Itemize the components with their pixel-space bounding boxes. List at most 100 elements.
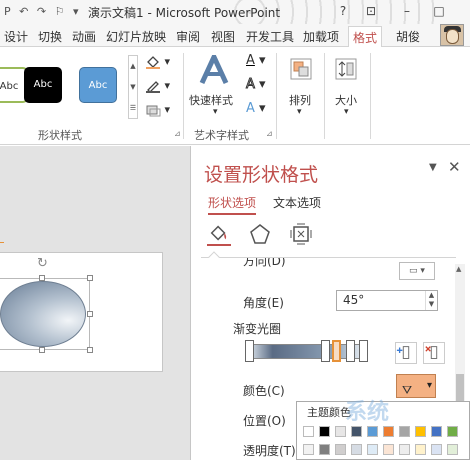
- wordart-a-icon: [199, 51, 229, 85]
- shape-styles-gallery-scroll[interactable]: ▲ ▼ ☰: [128, 55, 138, 119]
- angle-spin-arrows-icon[interactable]: ▲ ▼: [425, 291, 437, 310]
- close-icon[interactable]: ✕: [448, 158, 461, 176]
- scroll-up-icon[interactable]: ▲: [456, 265, 461, 273]
- gradient-stop-selected[interactable]: [332, 340, 341, 362]
- color-swatch[interactable]: [351, 444, 362, 455]
- start-slideshow-icon[interactable]: ⚐: [55, 5, 65, 18]
- color-swatch[interactable]: [383, 426, 394, 437]
- angle-spinner[interactable]: 45° ▲ ▼: [336, 290, 438, 311]
- fill-line-icon[interactable]: [207, 222, 231, 246]
- gradient-stops-label: 渐变光圈: [233, 322, 282, 336]
- color-swatch[interactable]: [335, 444, 346, 455]
- resize-handle[interactable]: [39, 275, 45, 281]
- color-swatch[interactable]: [399, 444, 410, 455]
- tab-developer[interactable]: 开发工具: [246, 28, 294, 45]
- tab-design[interactable]: 设计: [4, 28, 28, 45]
- resize-handle[interactable]: [87, 275, 93, 281]
- direction-dropdown[interactable]: ▭ ▾: [399, 262, 435, 280]
- rotate-handle-icon[interactable]: ↻: [37, 256, 48, 271]
- tab-addins[interactable]: 加载项: [303, 28, 339, 45]
- maximize-button[interactable]: □: [430, 4, 448, 18]
- color-swatch[interactable]: [415, 444, 426, 455]
- text-outline-button[interactable]: A ▾: [246, 77, 266, 93]
- arrange-button[interactable]: [289, 57, 313, 84]
- angle-label: 角度(E): [243, 296, 284, 310]
- text-effects-icon: A: [246, 101, 255, 116]
- color-swatch[interactable]: [335, 426, 346, 437]
- gradient-stop[interactable]: [321, 340, 330, 362]
- resize-handle[interactable]: [87, 347, 93, 353]
- color-swatch[interactable]: [351, 426, 362, 437]
- pane-options-icon[interactable]: ▼: [429, 162, 437, 173]
- color-swatch[interactable]: [431, 426, 442, 437]
- resize-handle[interactable]: [87, 311, 93, 317]
- color-swatch[interactable]: [431, 444, 442, 455]
- minimize-button[interactable]: –: [398, 4, 416, 18]
- tab-animations[interactable]: 动画: [72, 28, 96, 45]
- customize-qat-icon[interactable]: ▾: [73, 5, 79, 18]
- tab-transitions[interactable]: 切换: [38, 28, 62, 45]
- transparency-label: 透明度(T): [243, 444, 296, 458]
- tab-text-options[interactable]: 文本选项: [273, 194, 321, 211]
- pen-icon: [146, 80, 160, 93]
- add-gradient-stop-icon[interactable]: [395, 342, 417, 364]
- text-outline-icon: A: [246, 77, 256, 93]
- quick-styles-button[interactable]: [198, 51, 230, 88]
- text-effects-button[interactable]: A ▾: [246, 101, 266, 116]
- art-text-group-label: 艺术字样式: [194, 129, 249, 142]
- avatar[interactable]: [440, 24, 464, 46]
- color-swatch[interactable]: [447, 426, 458, 437]
- quick-styles-label: 快速样式: [189, 94, 233, 107]
- tab-shape-options[interactable]: 形状选项: [208, 194, 257, 215]
- paint-bucket-icon: ⛛: [402, 383, 413, 397]
- gradient-ellipse-shape[interactable]: [0, 281, 86, 347]
- color-swatch[interactable]: [447, 444, 458, 455]
- shape-outline-button[interactable]: ▾: [145, 79, 170, 93]
- color-swatch[interactable]: [319, 426, 330, 437]
- shape-style-blue[interactable]: Abc: [79, 67, 117, 103]
- color-swatch[interactable]: [303, 426, 314, 437]
- gradient-stop[interactable]: [359, 340, 368, 362]
- ribbon-separator: [276, 53, 277, 139]
- size-dropdown-icon[interactable]: ▾: [344, 107, 349, 117]
- powerpoint-icon: P: [4, 5, 11, 18]
- color-swatch[interactable]: [415, 426, 426, 437]
- text-fill-button[interactable]: A ▾: [246, 53, 266, 68]
- gradient-stop[interactable]: [245, 340, 254, 362]
- color-swatch[interactable]: [399, 426, 410, 437]
- tab-view[interactable]: 视图: [211, 28, 235, 45]
- shape-fill-button[interactable]: ▾: [145, 55, 170, 69]
- resize-handle[interactable]: [39, 347, 45, 353]
- shape-style-black[interactable]: Abc: [24, 67, 62, 103]
- color-swatch[interactable]: [367, 426, 378, 437]
- slide-canvas[interactable]: ↻: [0, 252, 163, 372]
- tab-review[interactable]: 审阅: [176, 28, 200, 45]
- color-picker-button[interactable]: ⛛ ▾: [396, 374, 436, 398]
- ribbon-display-options-button[interactable]: ⊡: [362, 4, 380, 18]
- undo-icon[interactable]: ↶: [19, 5, 28, 18]
- color-swatch[interactable]: [303, 444, 314, 455]
- art-text-launcher-icon[interactable]: ⊿: [266, 129, 273, 138]
- avatar-face: [446, 29, 459, 44]
- color-swatch[interactable]: [319, 444, 330, 455]
- size-properties-icon[interactable]: [289, 222, 313, 246]
- ribbon-separator: [183, 53, 184, 139]
- shape-effects-button[interactable]: ▾: [145, 103, 170, 117]
- remove-gradient-stop-icon[interactable]: [423, 342, 445, 364]
- color-swatch[interactable]: [367, 444, 378, 455]
- arrange-dropdown-icon[interactable]: ▾: [297, 107, 302, 117]
- text-fill-icon: A: [246, 53, 255, 68]
- size-button[interactable]: [334, 57, 358, 84]
- tab-format[interactable]: 格式: [348, 26, 383, 49]
- gradient-stop[interactable]: [346, 340, 355, 362]
- redo-icon[interactable]: ↷: [37, 5, 46, 18]
- color-swatch[interactable]: [383, 444, 394, 455]
- tab-slideshow[interactable]: 幻灯片放映: [106, 28, 166, 45]
- user-name[interactable]: 胡俊: [396, 28, 420, 45]
- quick-styles-dropdown-icon[interactable]: ▾: [213, 107, 218, 117]
- help-button[interactable]: ?: [334, 4, 352, 18]
- shape-styles-launcher-icon[interactable]: ⊿: [174, 129, 181, 138]
- arrange-icon: [290, 58, 312, 80]
- effects-pentagon-icon[interactable]: [248, 222, 272, 246]
- ribbon-separator: [324, 53, 325, 139]
